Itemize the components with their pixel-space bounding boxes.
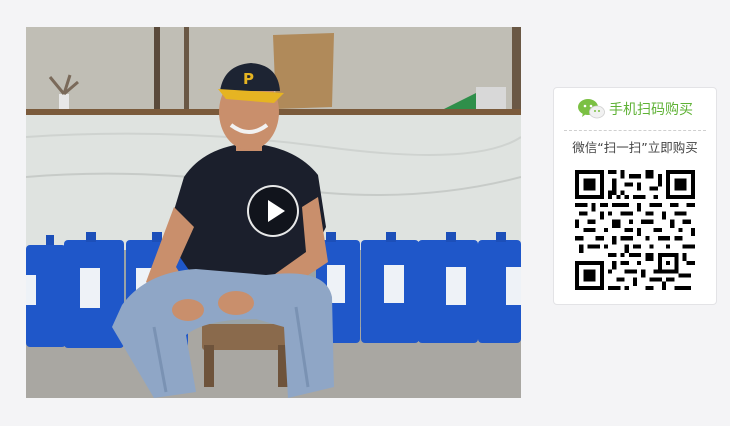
qr-subtitle: 微信“扫一扫”立即购买 bbox=[572, 140, 698, 155]
qr-header: 手机扫码购买 bbox=[554, 96, 716, 122]
svg-text:P: P bbox=[243, 70, 254, 88]
qr-purchase-panel: 手机扫码购买 微信“扫一扫”立即购买 bbox=[553, 87, 717, 305]
play-button[interactable] bbox=[247, 185, 299, 237]
divider bbox=[564, 130, 706, 131]
qr-title: 手机扫码购买 bbox=[609, 102, 693, 118]
video-player[interactable]: P bbox=[26, 27, 521, 398]
wechat-icon bbox=[578, 99, 605, 119]
qr-code[interactable] bbox=[575, 170, 695, 290]
play-icon bbox=[268, 200, 285, 222]
